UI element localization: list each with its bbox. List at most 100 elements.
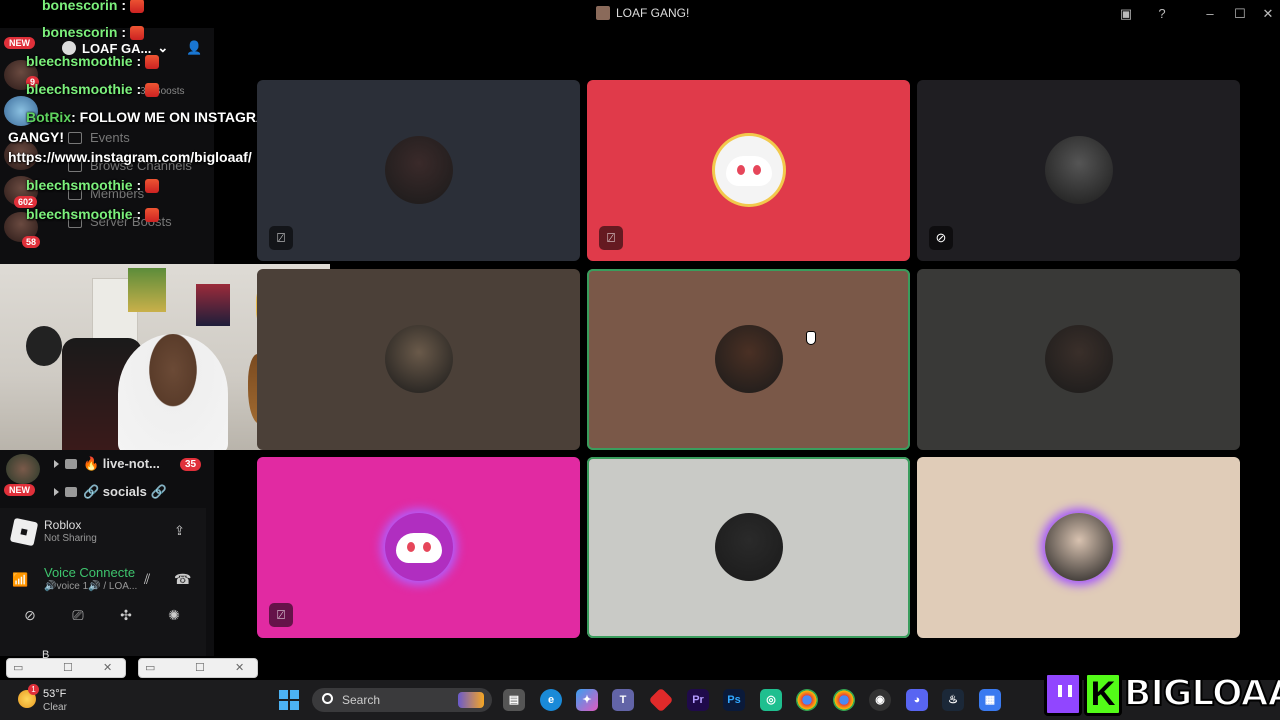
- search-highlight-icon: [458, 692, 484, 708]
- chat-username: BotRix: [26, 109, 72, 125]
- search-placeholder: Search: [342, 693, 381, 707]
- video-tile[interactable]: ⊘: [917, 80, 1240, 261]
- noise-suppression-icon[interactable]: ⫽: [144, 571, 150, 588]
- maximize-button[interactable]: ☐: [1230, 4, 1250, 24]
- soundboard-icon[interactable]: ✺: [162, 604, 186, 626]
- activity-status: Not Sharing: [44, 533, 97, 544]
- maximize-icon: ☐: [63, 662, 73, 674]
- chat-text: :: [136, 177, 142, 193]
- chat-message: bleechsmoothie :: [26, 206, 160, 223]
- chat-username: bleechsmoothie: [26, 206, 133, 222]
- chat-message: bonescorin :: [42, 0, 145, 14]
- new-badge: NEW: [4, 37, 35, 49]
- avatar: [715, 136, 783, 204]
- app-root: LOAF GANG! ▣ ? – ☐ ✕ LOAF GA... ⌄ 👤 31 B…: [0, 0, 1280, 720]
- chat-link[interactable]: https://www.instagram.com/bigloaaf/: [8, 149, 252, 165]
- teams-icon[interactable]: T: [612, 689, 634, 711]
- discord-icon[interactable]: ◕: [906, 689, 928, 711]
- chat-text: :: [136, 53, 142, 69]
- chat-text: :: [136, 81, 142, 97]
- app-icon[interactable]: ◎: [760, 689, 782, 711]
- caret-right-icon: [54, 488, 59, 496]
- chat-username: bleechsmoothie: [26, 81, 133, 97]
- chat-text: :: [136, 206, 142, 222]
- avatar: [715, 325, 783, 393]
- mouse-cursor-icon: [806, 331, 816, 345]
- channel-socials[interactable]: 🔗 socials 🔗: [54, 484, 167, 500]
- chat-message: bonescorin :: [42, 24, 145, 41]
- search-icon: [322, 693, 333, 704]
- camera-off-icon[interactable]: ⊘: [18, 604, 42, 626]
- discord-logo-icon: [726, 156, 772, 186]
- task-view-icon[interactable]: ▤: [503, 689, 525, 711]
- app-icon[interactable]: ▦: [979, 689, 1001, 711]
- chat-text: : FOLLOW ME ON INSTAGRAM: [71, 109, 278, 125]
- mini-window[interactable]: ▭ ☐ ✕: [138, 658, 258, 678]
- copilot-icon[interactable]: ✦: [576, 689, 598, 711]
- avatar: [6, 454, 40, 484]
- emote-icon: [145, 179, 160, 194]
- discord-logo-icon: [396, 533, 442, 563]
- chrome-icon[interactable]: [796, 689, 818, 711]
- sidebar-item-events[interactable]: Events: [68, 130, 130, 145]
- screen-share-icon[interactable]: ⎚: [66, 604, 90, 626]
- start-button[interactable]: [279, 690, 299, 710]
- chat-message: GANGY!: [8, 129, 64, 145]
- photoshop-icon[interactable]: Ps: [723, 689, 745, 711]
- stream-brand: K BIGLOAAF: [1040, 668, 1280, 720]
- muted-mic-icon: ⍁: [599, 226, 623, 250]
- muted-mic-icon: ⍁: [269, 603, 293, 627]
- voice-channel[interactable]: 🔊voice 1🔊 / LOA...: [44, 581, 137, 592]
- emote-icon: [130, 26, 145, 41]
- avatar: [1045, 513, 1113, 581]
- weather-condition: Clear: [43, 702, 67, 713]
- minimize-button[interactable]: –: [1200, 4, 1220, 24]
- avatar: [1045, 136, 1113, 204]
- taskbar-search[interactable]: Search: [312, 688, 492, 712]
- edge-icon[interactable]: e: [540, 689, 562, 711]
- caret-right-icon: [54, 460, 59, 468]
- close-icon: ✕: [103, 662, 113, 674]
- webcam-poster: [196, 284, 230, 326]
- video-tile[interactable]: ⍁: [257, 457, 580, 638]
- app-icon[interactable]: [648, 687, 674, 713]
- video-tile[interactable]: [917, 457, 1240, 638]
- title-bar: LOAF GANG! ▣ ? – ☐ ✕: [0, 0, 1280, 28]
- weather-widget[interactable]: 1 53°F Clear: [18, 684, 108, 714]
- channel-label: 🔥 live-not...: [83, 456, 160, 471]
- maximize-icon: ☐: [195, 662, 205, 674]
- chrome-icon[interactable]: [833, 689, 855, 711]
- help-icon[interactable]: ?: [1152, 4, 1172, 24]
- emote-icon: [145, 83, 160, 98]
- video-tile[interactable]: [587, 457, 910, 638]
- emote-icon: [130, 0, 145, 14]
- window-icon: ▭: [145, 662, 156, 674]
- video-tile[interactable]: [917, 269, 1240, 450]
- chat-message: bleechsmoothie :: [26, 177, 160, 194]
- weather-alert-badge: 1: [28, 684, 39, 695]
- emote-icon: [145, 55, 160, 70]
- screen-share-icon[interactable]: ▣: [1116, 4, 1136, 24]
- voice-status[interactable]: Voice Connecte: [44, 565, 135, 580]
- weather-temp: 53°F: [43, 688, 67, 700]
- avatar: [385, 513, 453, 581]
- video-tile[interactable]: [257, 269, 580, 450]
- mini-window[interactable]: ▭ ☐ ✕: [6, 658, 126, 678]
- chat-text: https://www.instagram.com/bigloaaf/: [8, 149, 252, 165]
- avatar: [385, 136, 453, 204]
- channel-live-notifications[interactable]: 🔥 live-not...: [54, 456, 160, 472]
- video-tile[interactable]: ⍁: [587, 80, 910, 261]
- chat-message: bleechsmoothie :: [26, 53, 160, 70]
- steam-icon[interactable]: ♨: [942, 689, 964, 711]
- obs-icon[interactable]: ◉: [869, 689, 891, 711]
- close-button[interactable]: ✕: [1258, 4, 1278, 24]
- premiere-icon[interactable]: Pr: [687, 689, 709, 711]
- video-tile[interactable]: ⍁: [257, 80, 580, 261]
- chat-username: bleechsmoothie: [26, 53, 133, 69]
- share-activity-icon[interactable]: ⇪: [174, 523, 185, 539]
- disconnect-icon[interactable]: ☎: [174, 571, 191, 588]
- activities-icon[interactable]: ✣: [114, 604, 138, 626]
- video-tile[interactable]: [587, 269, 910, 450]
- chat-username: bleechsmoothie: [26, 177, 133, 193]
- invite-people-icon[interactable]: 👤: [186, 40, 202, 56]
